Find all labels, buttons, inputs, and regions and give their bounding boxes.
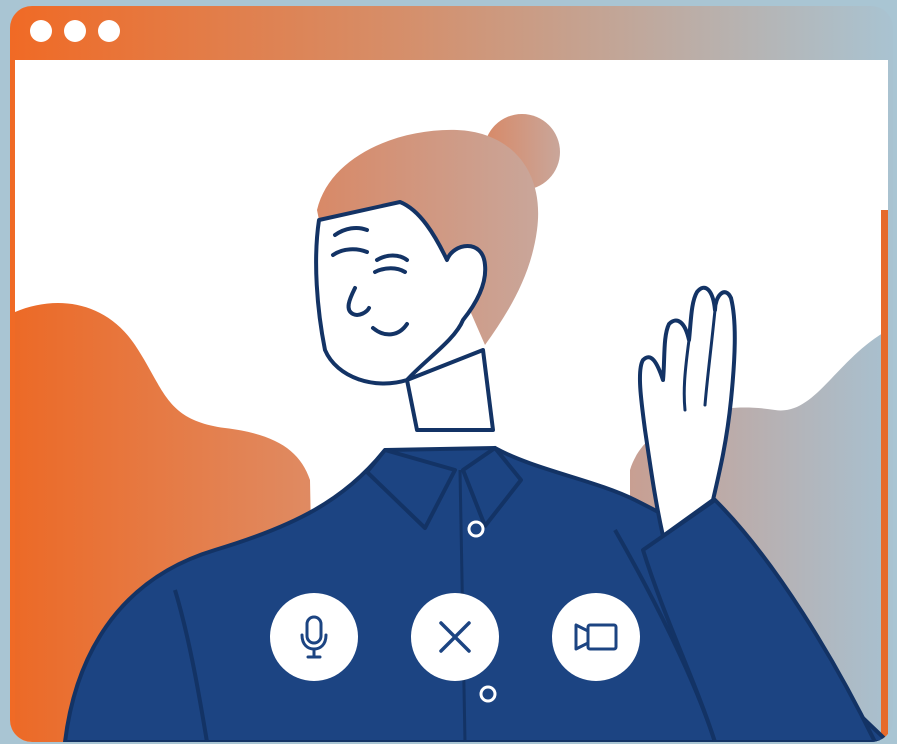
call-controls bbox=[270, 592, 640, 682]
microphone-button[interactable] bbox=[270, 593, 358, 681]
window-controls bbox=[30, 20, 120, 42]
camera-button[interactable] bbox=[552, 593, 640, 681]
right-edge-accent bbox=[881, 210, 888, 742]
video-call-illustration bbox=[0, 0, 897, 744]
video-camera-icon bbox=[574, 623, 618, 651]
minimize-dot[interactable] bbox=[64, 20, 86, 42]
close-icon bbox=[439, 621, 471, 653]
app-window bbox=[10, 6, 893, 742]
maximize-dot[interactable] bbox=[98, 20, 120, 42]
close-dot[interactable] bbox=[30, 20, 52, 42]
end-call-button[interactable] bbox=[411, 593, 499, 681]
microphone-icon bbox=[300, 615, 328, 659]
window-titlebar bbox=[10, 6, 893, 60]
video-feed bbox=[15, 60, 888, 742]
